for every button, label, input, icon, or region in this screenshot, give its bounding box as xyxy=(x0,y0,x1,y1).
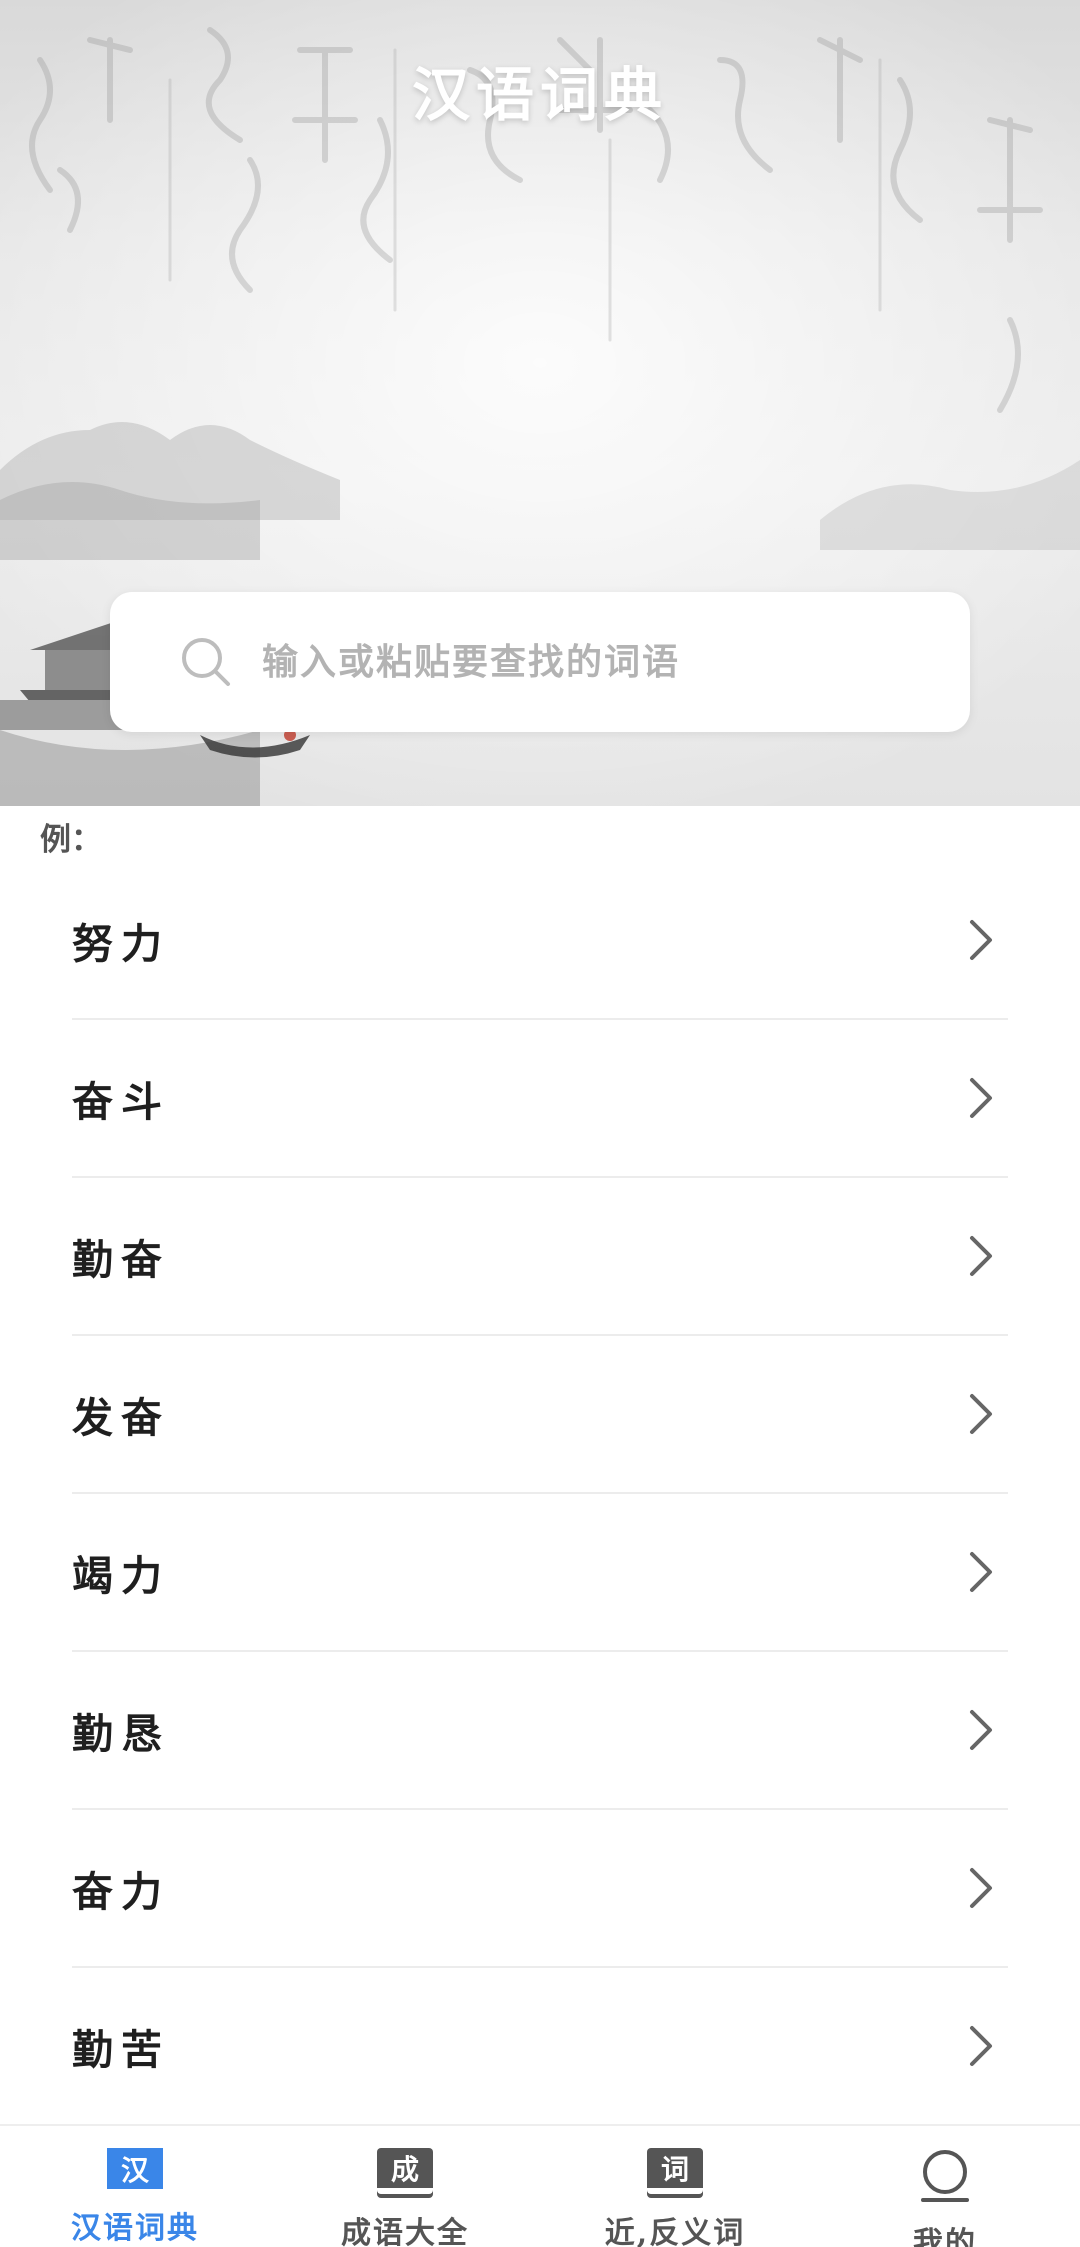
chevron-right-icon xyxy=(970,1236,992,1276)
list-item[interactable]: 竭力 xyxy=(72,1494,1008,1652)
nav-label: 我的 xyxy=(913,2226,977,2247)
list-item[interactable]: 努力 xyxy=(72,862,1008,1020)
word-text: 勤恳 xyxy=(72,1710,170,1758)
nav-label: 近,反义词 xyxy=(604,2216,746,2247)
example-word-list: 努力 奋斗 勤奋 发奋 竭力 勤恳 奋力 勤苦 xyxy=(72,862,1008,2126)
search-box[interactable] xyxy=(110,592,970,732)
word-text: 勤苦 xyxy=(72,2026,170,2074)
profile-icon xyxy=(917,2148,973,2204)
search-input[interactable] xyxy=(262,641,902,683)
nav-tab-dictionary[interactable]: 汉 汉语词典 xyxy=(0,2126,270,2247)
chevron-right-icon xyxy=(970,1552,992,1592)
word-text: 奋力 xyxy=(72,1868,170,1916)
list-item[interactable]: 勤奋 xyxy=(72,1178,1008,1336)
nav-tab-profile[interactable]: 我的 xyxy=(810,2126,1080,2247)
nav-tab-synonyms[interactable]: 词 近,反义词 xyxy=(540,2126,810,2247)
word-text: 努力 xyxy=(72,920,170,968)
dictionary-home-screen: 汉语词典 例： 努力 奋斗 勤奋 发奋 竭力 xyxy=(0,0,1080,2247)
word-text: 勤奋 xyxy=(72,1236,170,1284)
list-item[interactable]: 奋力 xyxy=(72,1810,1008,1968)
nav-tab-idioms[interactable]: 成 成语大全 xyxy=(270,2126,540,2247)
chevron-right-icon xyxy=(970,1868,992,1908)
word-text: 竭力 xyxy=(72,1552,170,1600)
chevron-right-icon xyxy=(970,1394,992,1434)
word-text: 奋斗 xyxy=(72,1078,170,1126)
word-text: 发奋 xyxy=(72,1394,170,1442)
list-item[interactable]: 勤恳 xyxy=(72,1652,1008,1810)
chevron-right-icon xyxy=(970,1078,992,1118)
search-icon xyxy=(182,638,230,686)
app-title: 汉语词典 xyxy=(411,61,668,129)
list-item[interactable]: 勤苦 xyxy=(72,1968,1008,2126)
nav-label: 汉语词典 xyxy=(71,2211,199,2246)
dictionary-icon: 汉 xyxy=(107,2148,163,2189)
example-label: 例： xyxy=(40,822,102,858)
list-item[interactable]: 奋斗 xyxy=(72,1020,1008,1178)
synonym-book-icon: 词 xyxy=(647,2148,703,2194)
chevron-right-icon xyxy=(970,920,992,960)
list-item[interactable]: 发奋 xyxy=(72,1336,1008,1494)
bottom-nav: 汉 汉语词典 成 成语大全 词 近,反义词 我的 xyxy=(0,2124,1080,2247)
chevron-right-icon xyxy=(970,1710,992,1750)
idiom-book-icon: 成 xyxy=(377,2148,433,2194)
chevron-right-icon xyxy=(970,2026,992,2066)
nav-label: 成语大全 xyxy=(341,2216,469,2247)
